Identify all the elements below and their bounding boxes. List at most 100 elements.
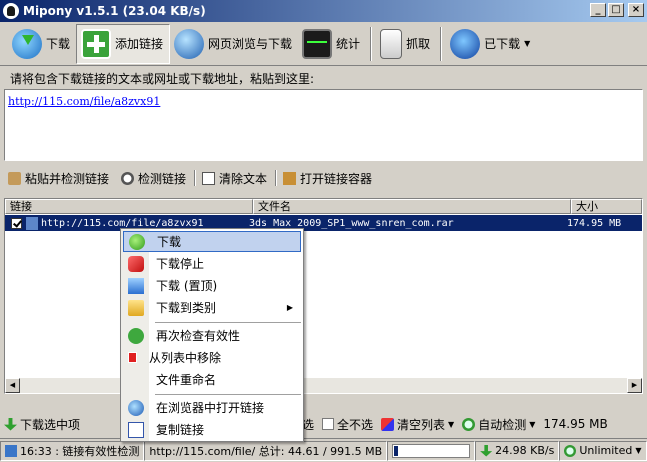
paste-text-area[interactable]: http://115.com/file/a8zvx91	[4, 89, 643, 161]
open-container-label: 打开链接容器	[300, 171, 373, 186]
column-filename[interactable]: 文件名	[253, 199, 571, 214]
menu-item-stop[interactable]: 下载停止	[123, 253, 301, 274]
speed-limit-value: Unlimited	[579, 444, 633, 457]
stats-tab-label: 统计	[336, 37, 361, 51]
scroll-right-icon[interactable]: ▶	[627, 378, 642, 393]
menu-item-recheck[interactable]: 再次检查有效性	[123, 325, 301, 346]
speed-limit-icon	[564, 444, 577, 457]
download-tab-label: 下载	[46, 37, 71, 51]
stats-monitor-icon	[302, 28, 333, 59]
status-message-panel: 16:33 : 链接有效性检测	[0, 440, 145, 461]
add-plus-icon	[81, 28, 112, 59]
menu-item-download[interactable]: 下载	[123, 231, 301, 252]
check-links-label: 检测链接	[138, 171, 187, 186]
eraser-icon	[381, 417, 395, 431]
submenu-arrow-icon: ▶	[286, 303, 293, 312]
close-button[interactable]: ×	[628, 3, 644, 17]
deselect-all-button[interactable]: 全不选	[318, 416, 377, 433]
auto-detect-button[interactable]: 自动检测 ▼	[458, 416, 539, 433]
downloaded-dropdown[interactable]: 已下载 ▼	[446, 24, 536, 64]
toolbar-separator	[370, 26, 373, 61]
clear-list-button[interactable]: 清空列表 ▼	[377, 416, 458, 433]
clear-text-button[interactable]: 清除文本	[198, 168, 273, 189]
speed-limit-panel[interactable]: Unlimited ▼	[559, 440, 647, 461]
menu-item-label: 在浏览器中打开链接	[156, 401, 265, 415]
toolbar-separator	[440, 26, 443, 61]
deselect-all-label: 全不选	[337, 417, 374, 432]
row-filename: 3ds_Max_2009_SP1_www_snren_com.rar	[249, 217, 454, 229]
pasted-link[interactable]: http://115.com/file/a8zvx91	[8, 95, 160, 108]
row-link: http://115.com/file/a8zvx91	[41, 217, 204, 229]
column-size[interactable]: 大小	[571, 199, 642, 214]
menu-item-remove[interactable]: 从列表中移除	[123, 347, 301, 368]
maximize-button[interactable]: □	[608, 3, 624, 17]
menu-item-open-browser[interactable]: 在浏览器中打开链接	[123, 397, 301, 418]
mipony-logo-icon	[3, 3, 19, 19]
list-header: 链接 文件名 大小	[5, 199, 642, 214]
menu-item-label: 再次检查有效性	[156, 329, 241, 343]
scroll-left-icon[interactable]: ◀	[5, 378, 20, 393]
folder-icon	[128, 299, 144, 316]
clipboard-grab-icon	[380, 28, 403, 59]
info-icon	[5, 444, 17, 457]
clear-list-label: 清空列表	[397, 417, 446, 432]
action-separator	[194, 170, 197, 186]
link-action-bar: 粘贴并检测链接 检测链接 清除文本 打开链接容器	[4, 166, 378, 190]
auto-detect-icon	[462, 417, 476, 431]
row-checkbox[interactable]	[11, 217, 22, 229]
main-toolbar: 下载 添加链接 网页浏览与下载 统计 抓取 已下载 ▼	[0, 22, 647, 66]
chevron-down-icon[interactable]: ▼	[448, 420, 454, 429]
status-speed-panel: 24.98 KB/s	[475, 440, 560, 461]
title-bar: Mipony v1.5.1 (23.04 KB/s) _ □ ×	[0, 0, 647, 22]
download-selected-button[interactable]: 下载选中项	[0, 416, 120, 433]
menu-item-copy-link[interactable]: 复制链接	[123, 419, 301, 440]
horizontal-scrollbar[interactable]: ◀ ▶	[5, 378, 642, 393]
menu-item-download-top[interactable]: 下载 (置顶)	[123, 275, 301, 296]
download-speed: 24.98 KB/s	[495, 444, 555, 457]
grab-tab[interactable]: 抓取	[376, 24, 436, 64]
menu-item-label: 下载 (置顶)	[156, 279, 218, 293]
total-size: 174.95 MB	[543, 417, 608, 431]
browse-download-tab[interactable]: 网页浏览与下载	[170, 24, 298, 64]
chevron-down-icon: ▼	[524, 39, 531, 48]
open-container-button[interactable]: 打开链接容器	[279, 168, 378, 189]
stop-icon	[128, 255, 144, 272]
status-message: 16:33 : 链接有效性检测	[20, 444, 140, 458]
browser-globe-icon	[128, 399, 144, 416]
row-context-menu: 下载 下载停止 下载 (置顶) 下载到类别 ▶ 再次检查有效性 从列表中移除 文…	[120, 228, 304, 442]
minimize-button[interactable]: _	[590, 3, 606, 17]
menu-separator	[155, 394, 301, 395]
menu-item-label: 下载停止	[156, 257, 205, 271]
file-host-icon	[26, 216, 38, 230]
menu-item-label: 下载到类别	[156, 301, 217, 315]
paste-icon	[8, 171, 21, 185]
table-row[interactable]: http://115.com/file/a8zvx91 3ds_Max_2009…	[5, 215, 642, 231]
downloaded-globe-icon	[450, 28, 481, 59]
stats-tab[interactable]: 统计	[298, 24, 366, 64]
download-icon	[129, 233, 145, 250]
link-list[interactable]: 链接 文件名 大小 http://115.com/file/a8zvx91 3d…	[4, 198, 643, 394]
auto-detect-label: 自动检测	[478, 417, 527, 432]
clear-text-icon	[202, 171, 216, 185]
menu-item-rename[interactable]: 文件重命名	[123, 369, 301, 390]
add-links-tab[interactable]: 添加链接	[76, 23, 171, 64]
menu-separator	[155, 322, 301, 323]
grab-tab-label: 抓取	[406, 37, 431, 51]
column-link[interactable]: 链接	[5, 199, 253, 214]
remove-icon	[128, 352, 137, 363]
menu-item-label: 下载	[157, 235, 182, 249]
download-arrow-icon	[4, 417, 17, 431]
paste-check-button[interactable]: 粘贴并检测链接	[4, 168, 115, 189]
menu-item-label: 复制链接	[156, 423, 205, 437]
download-tab[interactable]: 下载	[8, 24, 76, 64]
check-links-button[interactable]: 检测链接	[117, 168, 192, 189]
move-top-icon	[128, 277, 144, 294]
chevron-down-icon[interactable]: ▼	[635, 446, 641, 455]
menu-item-label: 从列表中移除	[149, 351, 222, 365]
download-selected-label: 下载选中项	[20, 417, 81, 432]
chevron-down-icon[interactable]: ▼	[529, 420, 535, 429]
action-separator	[275, 170, 278, 186]
menu-item-download-to-category[interactable]: 下载到类别 ▶	[123, 297, 301, 318]
window-title: Mipony v1.5.1 (23.04 KB/s)	[23, 4, 206, 18]
browse-download-tab-label: 网页浏览与下载	[208, 37, 293, 51]
